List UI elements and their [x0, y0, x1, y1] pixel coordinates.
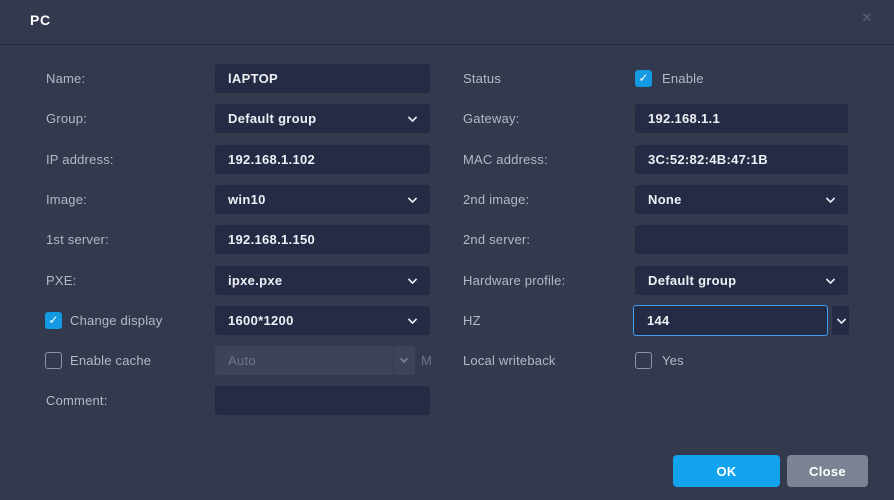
local-writeback-label: Local writeback: [463, 353, 556, 368]
pxe-select-value: ipxe.pxe: [228, 273, 283, 288]
hardware-profile-label: Hardware profile:: [463, 273, 566, 288]
pc-dialog: PC ✕ Name: lAPTOP Group: Default group I…: [0, 0, 894, 500]
status-enable-label: Enable: [662, 71, 704, 86]
pxe-label: PXE:: [46, 273, 77, 288]
change-display-label: Change display: [70, 313, 163, 328]
ip-address-label: IP address:: [46, 152, 114, 167]
first-server-input[interactable]: 192.168.1.150: [215, 225, 430, 254]
ok-button[interactable]: OK: [673, 455, 780, 487]
image-select[interactable]: win10: [215, 185, 430, 214]
chevron-down-icon: [825, 274, 836, 285]
hz-label: HZ: [463, 313, 481, 328]
display-resolution-value: 1600*1200: [228, 313, 294, 328]
hz-input-focused[interactable]: 144: [633, 305, 828, 336]
dropdown-button: [393, 346, 415, 375]
gateway-label: Gateway:: [463, 111, 520, 126]
display-resolution-select[interactable]: 1600*1200: [215, 306, 430, 335]
local-writeback-checkbox[interactable]: [635, 352, 652, 369]
mac-address-input[interactable]: 3C:52:82:4B:47:1B: [635, 145, 848, 174]
chevron-down-icon: [407, 274, 418, 285]
comment-input[interactable]: [215, 386, 430, 415]
enable-cache-label: Enable cache: [70, 353, 152, 368]
chevron-down-icon: [407, 112, 418, 123]
hardware-profile-value: Default group: [648, 273, 737, 288]
status-enable-checkbox[interactable]: ✓: [635, 70, 652, 87]
group-select-value: Default group: [228, 111, 317, 126]
mac-address-label: MAC address:: [463, 152, 548, 167]
change-display-checkbox[interactable]: ✓: [45, 312, 62, 329]
local-writeback-yes-label: Yes: [662, 353, 684, 368]
check-icon: ✓: [638, 71, 649, 85]
status-label: Status: [463, 71, 502, 86]
dialog-title: PC: [30, 12, 51, 28]
close-icon[interactable]: ✕: [858, 9, 876, 27]
chevron-down-icon: [836, 314, 847, 325]
cache-unit-label: M: [421, 353, 432, 368]
chevron-down-icon: [825, 193, 836, 204]
close-button[interactable]: Close: [787, 455, 868, 487]
ip-address-input[interactable]: 192.168.1.102: [215, 145, 430, 174]
group-label: Group:: [46, 111, 87, 126]
name-label: Name:: [46, 71, 86, 86]
chevron-down-icon: [399, 354, 409, 364]
image-select-value: win10: [228, 192, 266, 207]
chevron-down-icon: [407, 314, 418, 325]
name-input[interactable]: lAPTOP: [215, 64, 430, 93]
group-select[interactable]: Default group: [215, 104, 430, 133]
enable-cache-checkbox[interactable]: [45, 352, 62, 369]
cache-size-select-disabled: Auto: [215, 346, 415, 375]
comment-label: Comment:: [46, 393, 108, 408]
second-image-select[interactable]: None: [635, 185, 848, 214]
second-server-label: 2nd server:: [463, 232, 531, 247]
pxe-select[interactable]: ipxe.pxe: [215, 266, 430, 295]
cache-size-value: Auto: [228, 353, 256, 368]
first-server-label: 1st server:: [46, 232, 109, 247]
second-image-value: None: [648, 192, 682, 207]
hardware-profile-select[interactable]: Default group: [635, 266, 848, 295]
gateway-input[interactable]: 192.168.1.1: [635, 104, 848, 133]
header-divider: [0, 44, 894, 45]
chevron-down-icon: [407, 193, 418, 204]
second-server-input[interactable]: [635, 225, 848, 254]
check-icon: ✓: [48, 313, 59, 327]
image-label: Image:: [46, 192, 87, 207]
hz-dropdown-button[interactable]: [832, 306, 849, 335]
second-image-label: 2nd image:: [463, 192, 530, 207]
